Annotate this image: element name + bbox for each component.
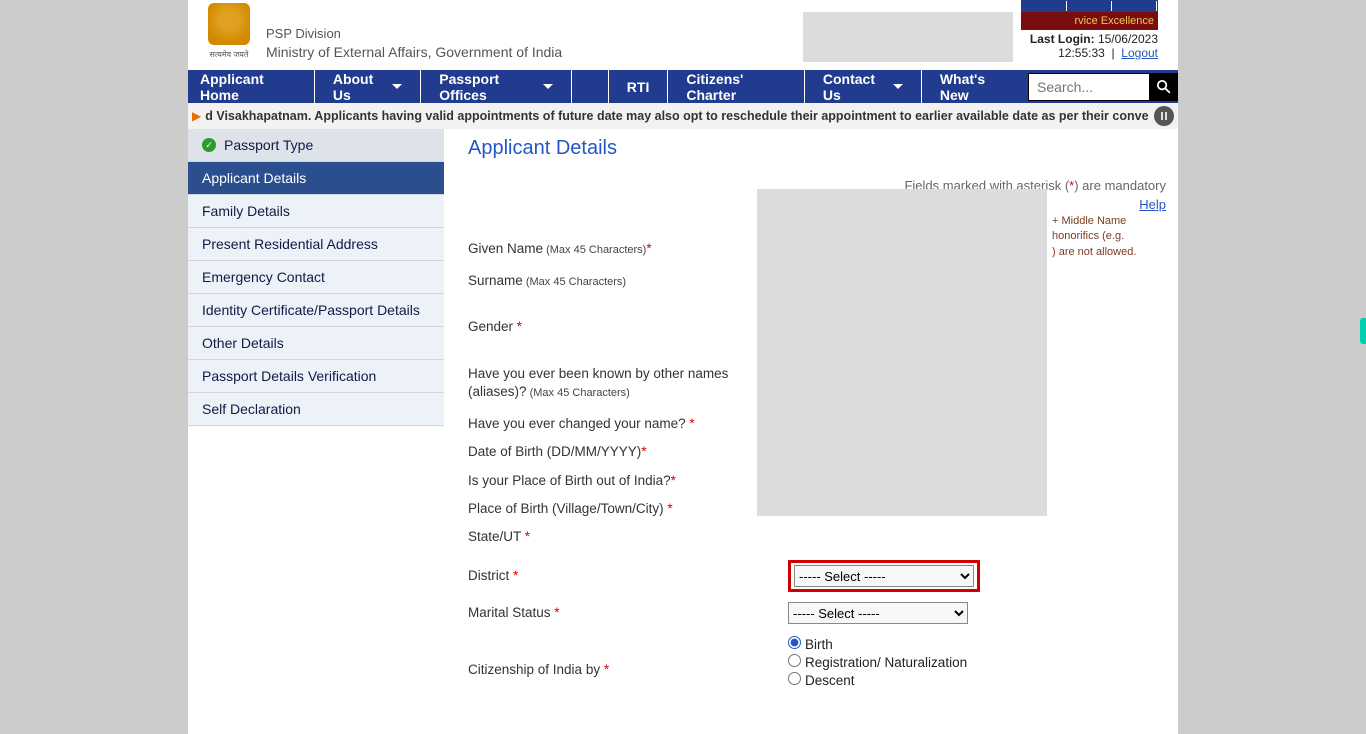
last-login-date: 15/06/2023	[1098, 32, 1158, 46]
sidebar-item-label: Family Details	[202, 203, 290, 219]
radio-citizenship-descent[interactable]: Descent	[788, 672, 1166, 688]
chevron-down-icon	[543, 84, 553, 89]
division-label: PSP Division	[266, 26, 562, 41]
sidebar-item-label: Passport Details Verification	[202, 368, 376, 384]
sidebar-item-label: Applicant Details	[202, 170, 306, 186]
label-pob-out: Is your Place of Birth out of India?*	[468, 472, 738, 490]
ticker-text: d Visakhapatnam. Applicants having valid…	[205, 109, 1148, 123]
nav-about-us[interactable]: About Us	[315, 70, 421, 103]
sidebar-item-other-details[interactable]: Other Details	[188, 327, 444, 360]
nav-applicant-home[interactable]: Applicant Home	[188, 70, 315, 103]
steps-sidebar: ✓ Passport Type Applicant Details Family…	[188, 129, 444, 734]
label-marital-status: Marital Status *	[468, 604, 738, 622]
sidebar-item-label: Emergency Contact	[202, 269, 325, 285]
label-district: District *	[468, 567, 738, 585]
label-gender: Gender *	[468, 318, 738, 336]
last-login-time: 12:55:33	[1058, 46, 1105, 60]
sidebar-item-verification[interactable]: Passport Details Verification	[188, 360, 444, 393]
content-panel: Applicant Details Fields marked with ast…	[444, 129, 1178, 734]
district-select[interactable]: ----- Select -----	[794, 565, 974, 587]
label-given-name: Given Name (Max 45 Characters)*	[468, 240, 738, 258]
badge-strip-icon	[1021, 0, 1158, 12]
header-placeholder-box	[803, 12, 1013, 62]
marital-status-select[interactable]: ----- Select -----	[788, 602, 968, 624]
search-input[interactable]	[1029, 74, 1149, 100]
label-surname: Surname (Max 45 Characters)	[468, 272, 738, 290]
nav-citizens-charter[interactable]: Citizens' Charter	[668, 70, 805, 103]
label-dob: Date of Birth (DD/MM/YYYY)*	[468, 443, 738, 461]
national-emblem-icon	[208, 3, 250, 45]
emblem-caption: सत्यमेव जयते	[208, 49, 250, 60]
pause-icon	[1160, 112, 1168, 120]
check-icon: ✓	[202, 138, 216, 152]
scroll-accent-icon	[1360, 318, 1366, 344]
label-aliases: Have you ever been known by other names …	[468, 365, 738, 401]
nav-spacer	[572, 70, 609, 103]
sidebar-item-identity-details[interactable]: Identity Certificate/Passport Details	[188, 294, 444, 327]
sidebar-item-passport-type[interactable]: ✓ Passport Type	[188, 129, 444, 162]
nav-contact-us[interactable]: Contact Us	[805, 70, 922, 103]
label-citizenship: Citizenship of India by *	[468, 661, 738, 679]
logout-link[interactable]: Logout	[1121, 46, 1158, 60]
sidebar-item-label: Passport Type	[224, 137, 313, 153]
sidebar-item-applicant-details[interactable]: Applicant Details	[188, 162, 444, 195]
search-icon	[1155, 78, 1172, 95]
ministry-label: Ministry of External Affairs, Government…	[266, 44, 562, 60]
label-pob: Place of Birth (Village/Town/City) *	[468, 500, 738, 518]
ticker-arrow-icon: ▶	[192, 109, 201, 123]
sidebar-item-label: Present Residential Address	[202, 236, 378, 252]
search-button[interactable]	[1149, 73, 1177, 101]
ticker-pause-button[interactable]	[1154, 106, 1174, 126]
sidebar-item-label: Identity Certificate/Passport Details	[202, 302, 420, 318]
chevron-down-icon	[392, 84, 402, 89]
page-title: Applicant Details	[468, 137, 1166, 160]
news-ticker: ▶ d Visakhapatnam. Applicants having val…	[188, 103, 1178, 129]
chevron-down-icon	[893, 84, 903, 89]
sidebar-item-self-declaration[interactable]: Self Declaration	[188, 393, 444, 426]
nav-search	[1028, 73, 1178, 101]
district-highlight: ----- Select -----	[788, 560, 980, 592]
header-bar: सत्यमेव जयते PSP Division Ministry of Ex…	[188, 0, 1178, 70]
nav-whats-new[interactable]: What's New	[922, 70, 1028, 103]
label-changed-name: Have you ever changed your name? *	[468, 415, 738, 433]
sidebar-item-present-address[interactable]: Present Residential Address	[188, 228, 444, 261]
help-link[interactable]: Help	[1139, 197, 1166, 212]
sidebar-item-emergency-contact[interactable]: Emergency Contact	[188, 261, 444, 294]
radio-citizenship-birth[interactable]: Birth	[788, 636, 1166, 652]
last-login-label: Last Login:	[1030, 32, 1095, 46]
nav-passport-offices[interactable]: Passport Offices	[421, 70, 572, 103]
sidebar-item-family-details[interactable]: Family Details	[188, 195, 444, 228]
sidebar-item-label: Other Details	[202, 335, 284, 351]
label-state: State/UT *	[468, 528, 738, 546]
main-nav: Applicant Home About Us Passport Offices…	[188, 70, 1178, 103]
sidebar-item-label: Self Declaration	[202, 401, 301, 417]
service-excellence-badge: rvice Excellence	[1021, 12, 1158, 30]
nav-rti[interactable]: RTI	[609, 70, 669, 103]
